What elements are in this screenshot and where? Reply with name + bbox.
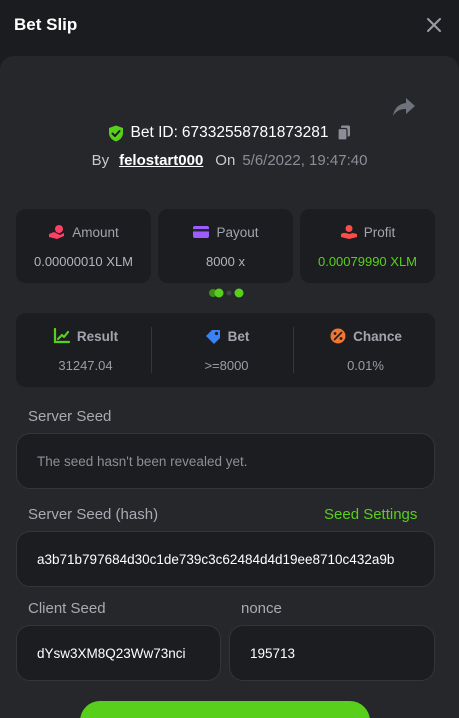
- action-button[interactable]: [80, 701, 370, 718]
- chance-column: Chance 0.01%: [296, 313, 435, 387]
- server-hash-label: Server Seed (hash): [28, 506, 159, 523]
- server-hash-field[interactable]: a3b71b797684d30c1de739c3c62484d4d19ee871…: [16, 531, 435, 587]
- profit-value: 0.00079990 XLM: [317, 254, 418, 269]
- by-label: By: [91, 152, 110, 169]
- bet-id-row: Bet ID: 67332558781873281: [0, 124, 459, 142]
- chart-icon: [53, 328, 70, 344]
- result-summary-box: Result 31247.04 Bet >=8000 Chance 0.01%: [16, 313, 435, 387]
- bet-id-label: Bet ID:: [130, 124, 178, 141]
- close-icon: [427, 18, 441, 32]
- profit-card: Profit 0.00079990 XLM: [300, 209, 435, 283]
- carousel-dots: [209, 288, 244, 298]
- share-icon[interactable]: [392, 96, 416, 118]
- tag-icon: [205, 330, 220, 344]
- chance-label: Chance: [353, 328, 402, 344]
- payout-card: Payout 8000 x: [158, 209, 293, 283]
- payout-value: 8000 x: [205, 254, 246, 269]
- divider: [293, 327, 294, 373]
- nonce-field[interactable]: 195713: [229, 625, 435, 681]
- profit-label: Profit: [363, 224, 396, 240]
- chance-value: 0.01%: [347, 358, 384, 373]
- bet-slip-header: Bet Slip: [0, 0, 459, 50]
- bet-owner-row: By felostart000 On 5/6/2022, 19:47:40: [0, 152, 459, 169]
- client-seed-field[interactable]: dYsw3XM8Q23Ww73nci: [16, 625, 221, 681]
- bet-date: 5/6/2022, 19:47:40: [242, 152, 368, 169]
- percent-icon: [330, 328, 346, 344]
- server-seed-field[interactable]: The seed hasn't been revealed yet.: [16, 433, 435, 489]
- bet-label: Bet: [227, 328, 250, 344]
- bet-value: >=8000: [204, 358, 249, 373]
- divider: [151, 327, 152, 373]
- result-label: Result: [76, 328, 119, 344]
- result-value: 31247.04: [58, 358, 113, 373]
- verified-shield-icon: [108, 125, 123, 141]
- coins-hand-icon: [49, 225, 65, 239]
- amount-label: Amount: [72, 224, 119, 240]
- username-link[interactable]: felostart000: [119, 152, 203, 169]
- close-button[interactable]: [423, 14, 445, 36]
- amount-card: Amount 0.00000010 XLM: [16, 209, 151, 283]
- page-title: Bet Slip: [14, 15, 78, 34]
- copy-icon[interactable]: [337, 125, 351, 141]
- card-icon: [193, 226, 210, 238]
- nonce-label: nonce: [241, 600, 282, 617]
- payout-label: Payout: [216, 224, 259, 240]
- on-label: On: [215, 152, 236, 169]
- bet-column: Bet >=8000: [157, 313, 296, 387]
- client-seed-label: Client Seed: [28, 600, 106, 617]
- seed-settings-link[interactable]: Seed Settings: [324, 506, 417, 523]
- amount-value: 0.00000010 XLM: [33, 254, 134, 269]
- result-column: Result 31247.04: [16, 313, 155, 387]
- bet-id-value: 67332558781873281: [181, 124, 329, 141]
- hand-coin-icon: [340, 225, 357, 239]
- server-seed-label: Server Seed: [28, 408, 112, 425]
